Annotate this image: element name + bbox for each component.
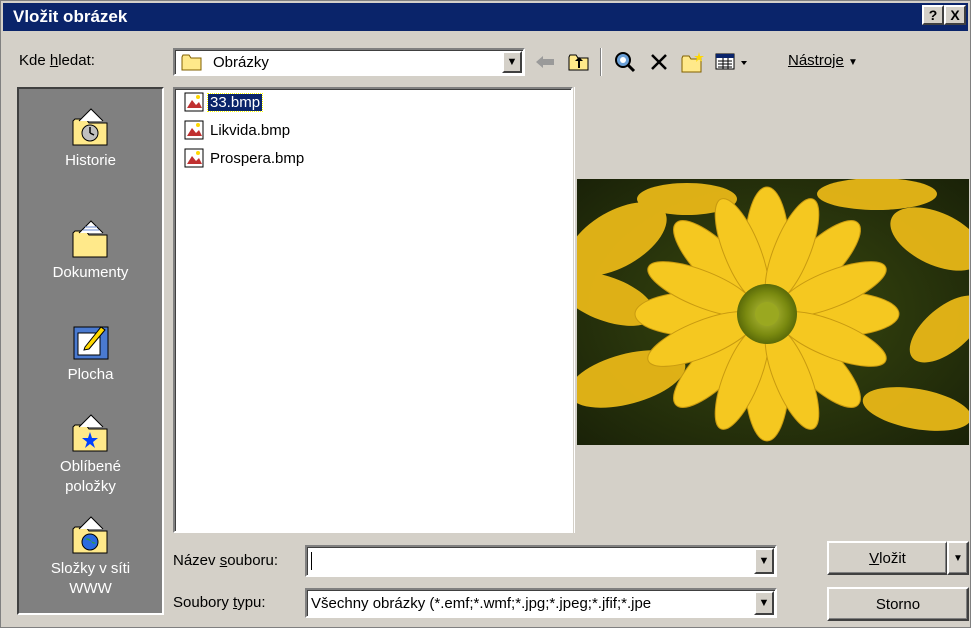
insert-button[interactable]: Vložit (827, 541, 947, 575)
chevron-down-icon: ▼ (953, 552, 963, 564)
toolbar-separator (600, 48, 602, 76)
look-in-dropdown[interactable]: Obrázky ▼ (173, 48, 525, 76)
chevron-down-icon[interactable]: ▼ (754, 548, 774, 574)
insert-picture-dialog: Vložit obrázek ? X Kde hledat: Obrázky ▼… (0, 0, 971, 628)
views-icon[interactable] (713, 50, 753, 74)
preview-pane (574, 87, 969, 533)
title-bar[interactable]: Vložit obrázek (3, 3, 968, 31)
file-list[interactable]: 33.bmp Likvida.bmp Prospera.bmp (173, 87, 573, 533)
place-desktop[interactable]: Plocha (19, 321, 162, 385)
chevron-down-icon[interactable]: ▼ (502, 51, 522, 73)
tools-menu[interactable]: Nástroje ▼ (788, 52, 858, 69)
place-favorites[interactable]: Oblíbené položky (19, 413, 162, 497)
look-in-label: Kde hledat: (19, 52, 95, 69)
preview-image (577, 179, 969, 445)
documents-folder-icon (72, 220, 107, 258)
bitmap-file-icon (184, 92, 204, 112)
history-folder-icon (72, 108, 107, 146)
folder-icon (181, 54, 202, 71)
filename-value[interactable] (311, 552, 312, 570)
place-documents[interactable]: Dokumenty (19, 219, 162, 283)
look-in-value: Obrázky (213, 53, 269, 71)
desktop-icon (73, 326, 108, 360)
filetype-dropdown[interactable]: Všechny obrázky (*.emf;*.wmf;*.jpg;*.jpe… (305, 588, 777, 618)
filename-label: Název souboru: (173, 552, 279, 569)
place-history[interactable]: Historie (19, 107, 162, 171)
file-item-33-bmp[interactable]: 33.bmp (183, 91, 264, 113)
filename-input[interactable]: ▼ (305, 545, 777, 577)
favorites-folder-icon (72, 414, 107, 452)
close-button[interactable]: X (944, 5, 966, 25)
bitmap-file-icon (184, 148, 204, 168)
help-button[interactable]: ? (922, 5, 944, 25)
file-item-likvida-bmp[interactable]: Likvida.bmp (183, 119, 292, 141)
chevron-down-icon[interactable]: ▼ (754, 591, 774, 615)
search-web-icon[interactable] (612, 50, 638, 74)
place-web-folders[interactable]: Složky v síti WWW (19, 515, 162, 599)
back-icon[interactable] (532, 50, 558, 74)
cancel-button[interactable]: Storno (827, 587, 969, 621)
places-bar: Historie Dokumenty Plocha Oblíbené polož… (17, 87, 164, 615)
insert-options-button[interactable]: ▼ (947, 541, 969, 575)
file-item-prospera-bmp[interactable]: Prospera.bmp (183, 147, 306, 169)
new-folder-icon[interactable] (680, 50, 706, 74)
up-folder-icon[interactable] (566, 50, 592, 74)
delete-icon[interactable] (646, 50, 672, 74)
web-folders-icon (72, 516, 107, 554)
chevron-down-icon: ▼ (848, 57, 858, 68)
window-title: Vložit obrázek (13, 7, 128, 26)
filetype-value: Všechny obrázky (*.emf;*.wmf;*.jpg;*.jpe… (311, 594, 652, 612)
filetype-label: Soubory typu: (173, 594, 266, 611)
bitmap-file-icon (184, 120, 204, 140)
